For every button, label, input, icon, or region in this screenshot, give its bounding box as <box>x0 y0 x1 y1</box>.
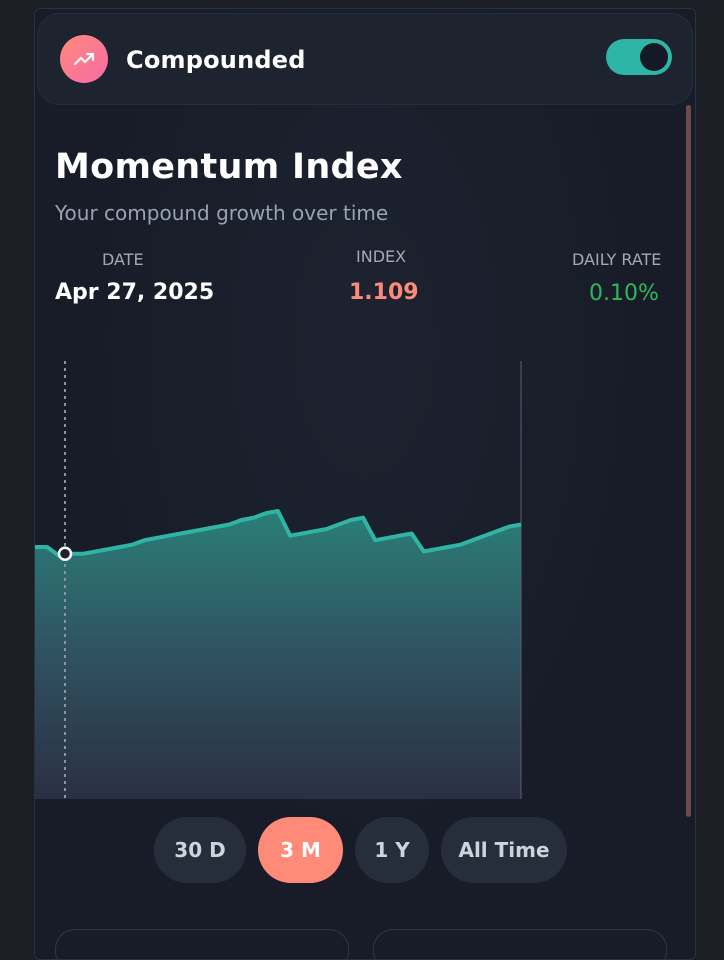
range-3m-button[interactable]: 3 M <box>258 817 343 883</box>
range-30d-button[interactable]: 30 D <box>154 817 246 883</box>
chart-selected-point[interactable] <box>57 546 73 561</box>
trending-up-icon <box>60 35 108 83</box>
compound-toggle[interactable] <box>606 39 672 75</box>
index-label: INDEX <box>356 247 407 266</box>
range-selector: 30 D 3 M 1 Y All Time <box>154 817 567 883</box>
app-title: Compounded <box>126 46 306 74</box>
momentum-chart[interactable] <box>35 349 525 799</box>
range-1y-button[interactable]: 1 Y <box>355 817 429 883</box>
daily-rate-value: 0.10% <box>589 281 659 306</box>
app-header: Compounded <box>37 13 693 105</box>
chart-area <box>35 511 521 799</box>
summary-card-right <box>373 929 667 959</box>
date-value: Apr 27, 2025 <box>55 280 215 305</box>
momentum-card: Compounded Momentum Index Your compound … <box>34 8 696 960</box>
page-subtitle: Your compound growth over time <box>55 201 389 225</box>
scrollbar[interactable] <box>686 105 691 817</box>
page-title: Momentum Index <box>55 147 403 187</box>
daily-rate-label: DAILY RATE <box>572 250 662 269</box>
range-all-time-button[interactable]: All Time <box>441 817 567 883</box>
toggle-knob <box>640 43 668 71</box>
summary-card-left <box>55 929 349 959</box>
date-label: DATE <box>102 250 144 269</box>
index-value: 1.109 <box>349 280 419 305</box>
